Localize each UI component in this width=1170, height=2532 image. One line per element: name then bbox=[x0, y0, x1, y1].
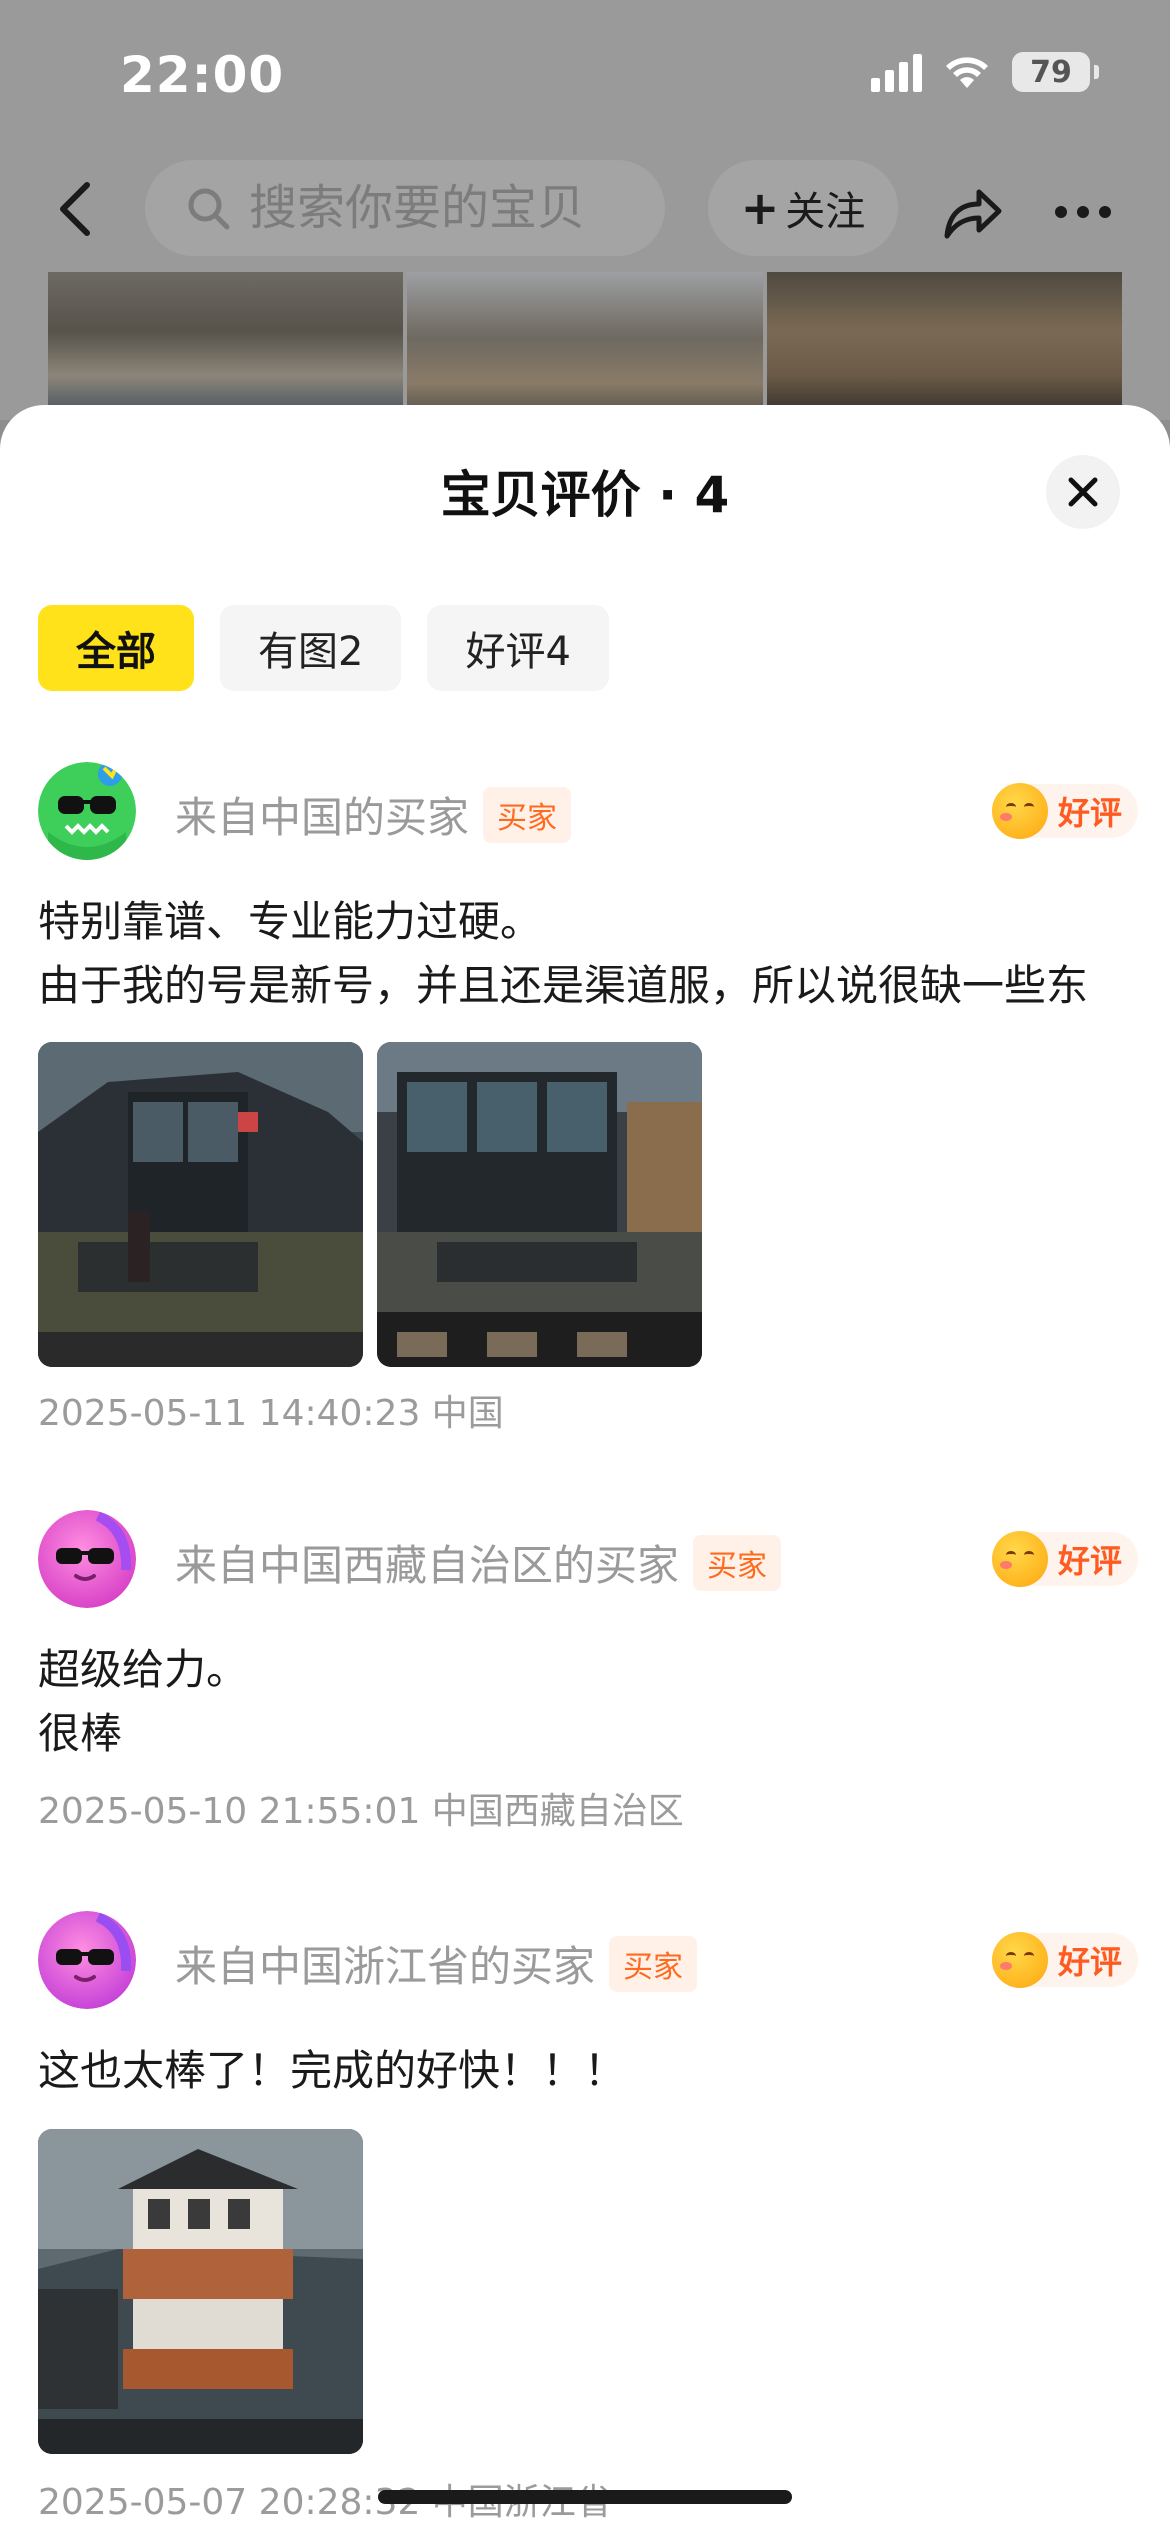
game-screenshot-image bbox=[38, 2129, 363, 2454]
sheet-title: 宝贝评价 · 4 bbox=[440, 466, 730, 524]
buyer-name: 来自中国的买家 bbox=[175, 793, 470, 842]
rating-label: 好评 bbox=[1057, 1542, 1122, 1580]
game-screenshot-image bbox=[38, 1042, 363, 1367]
wifi-icon bbox=[946, 57, 988, 88]
smile-emoji-icon bbox=[991, 1531, 1048, 1587]
buyer-name-row: 来自中国浙江省的买家 买家 bbox=[175, 1933, 698, 1994]
chevron-left-icon bbox=[60, 182, 90, 236]
search-input[interactable] bbox=[249, 180, 629, 236]
purple-sunglasses-avatar-icon bbox=[38, 1911, 136, 2009]
plus-icon: + bbox=[740, 181, 780, 235]
avatar bbox=[38, 762, 136, 860]
review-photo[interactable] bbox=[377, 1042, 702, 1367]
review-text: 超级给力。 很棒 bbox=[38, 1645, 249, 1758]
review-text: 特别靠谱、专业能力过硬。 由于我的号是新号，并且还是渠道服，所以说很缺一些东 bbox=[38, 897, 1089, 1010]
review-meta: 2025-05-10 21:55:01 中国西藏自治区 bbox=[38, 1791, 684, 1832]
filter-with-photos[interactable]: 有图2 bbox=[220, 605, 402, 691]
banner-image bbox=[48, 272, 404, 420]
search-bar[interactable] bbox=[145, 160, 665, 256]
rating-label: 好评 bbox=[1057, 1943, 1122, 1981]
follow-button[interactable]: + 关注 bbox=[708, 160, 898, 256]
search-icon bbox=[188, 188, 230, 230]
battery-icon: 79 bbox=[1012, 52, 1099, 92]
buyer-name-row: 来自中国西藏自治区的买家 买家 bbox=[175, 1532, 782, 1593]
close-button[interactable] bbox=[1046, 455, 1120, 529]
review-meta: 2025-05-11 14:40:23 中国 bbox=[38, 1393, 504, 1434]
banner-image bbox=[407, 272, 763, 420]
smile-emoji-icon bbox=[991, 1932, 1048, 1988]
review-photo[interactable] bbox=[38, 2129, 363, 2454]
game-screenshot-image bbox=[377, 1042, 702, 1367]
follow-label: 关注 bbox=[785, 189, 866, 235]
background-page: 22:00 79 搜索你要的宝贝 + 关注 bbox=[0, 0, 1170, 420]
status-time: 22:00 bbox=[120, 46, 285, 104]
smile-emoji-icon bbox=[991, 783, 1048, 839]
top-nav: + 关注 bbox=[0, 150, 1170, 270]
buyer-name-row: 来自中国的买家 买家 bbox=[175, 784, 572, 845]
product-banner-images bbox=[48, 272, 1122, 420]
close-icon bbox=[1068, 477, 1098, 507]
banner-image bbox=[766, 272, 1122, 420]
buyer-name: 来自中国西藏自治区的买家 bbox=[175, 1541, 680, 1590]
good-rating-badge: 好评 bbox=[991, 783, 1138, 839]
filter-all[interactable]: 全部 bbox=[38, 605, 194, 691]
review-item: 来自中国浙江省的买家 买家 好评 这也太棒了！完成的好快！！！ 2025-05-… bbox=[38, 1911, 1138, 2531]
cellular-signal-icon bbox=[871, 52, 922, 92]
more-options-icon[interactable] bbox=[1055, 192, 1135, 232]
rating-label: 好评 bbox=[1057, 794, 1122, 832]
review-filters: 全部 有图2 好评4 bbox=[38, 605, 609, 691]
pink-sunglasses-avatar-icon bbox=[38, 1510, 136, 1608]
status-indicators: 79 bbox=[871, 52, 1099, 92]
buyer-tag: 买家 bbox=[609, 1935, 698, 1992]
good-rating-badge: 好评 bbox=[991, 1531, 1138, 1587]
share-icon[interactable] bbox=[937, 178, 1007, 248]
buyer-tag: 买家 bbox=[483, 786, 572, 843]
green-monster-avatar-icon bbox=[38, 762, 136, 860]
reviews-sheet: 宝贝评价 · 4 全部 有图2 好评4 来自中国的买家 买家 好评 特别靠谱、专… bbox=[0, 405, 1170, 2532]
avatar bbox=[38, 1911, 136, 2009]
review-item: 来自中国西藏自治区的买家 买家 好评 超级给力。 很棒 2025-05-10 2… bbox=[38, 1510, 1138, 1840]
review-item: 来自中国的买家 买家 好评 特别靠谱、专业能力过硬。 由于我的号是新号，并且还是… bbox=[38, 762, 1138, 1434]
good-rating-badge: 好评 bbox=[991, 1932, 1138, 1988]
status-bar: 22:00 79 bbox=[0, 0, 1170, 150]
battery-level: 79 bbox=[1030, 54, 1072, 90]
buyer-tag: 买家 bbox=[693, 1534, 782, 1591]
avatar bbox=[38, 1510, 136, 1608]
review-text: 这也太棒了！完成的好快！！！ bbox=[38, 2046, 627, 2095]
home-indicator bbox=[378, 2490, 792, 2504]
review-photos bbox=[38, 2129, 363, 2454]
review-photo[interactable] bbox=[38, 1042, 363, 1367]
review-photos bbox=[38, 1042, 702, 1367]
back-button[interactable] bbox=[40, 174, 110, 244]
buyer-name: 来自中国浙江省的买家 bbox=[175, 1942, 596, 1991]
filter-positive[interactable]: 好评4 bbox=[427, 605, 609, 691]
